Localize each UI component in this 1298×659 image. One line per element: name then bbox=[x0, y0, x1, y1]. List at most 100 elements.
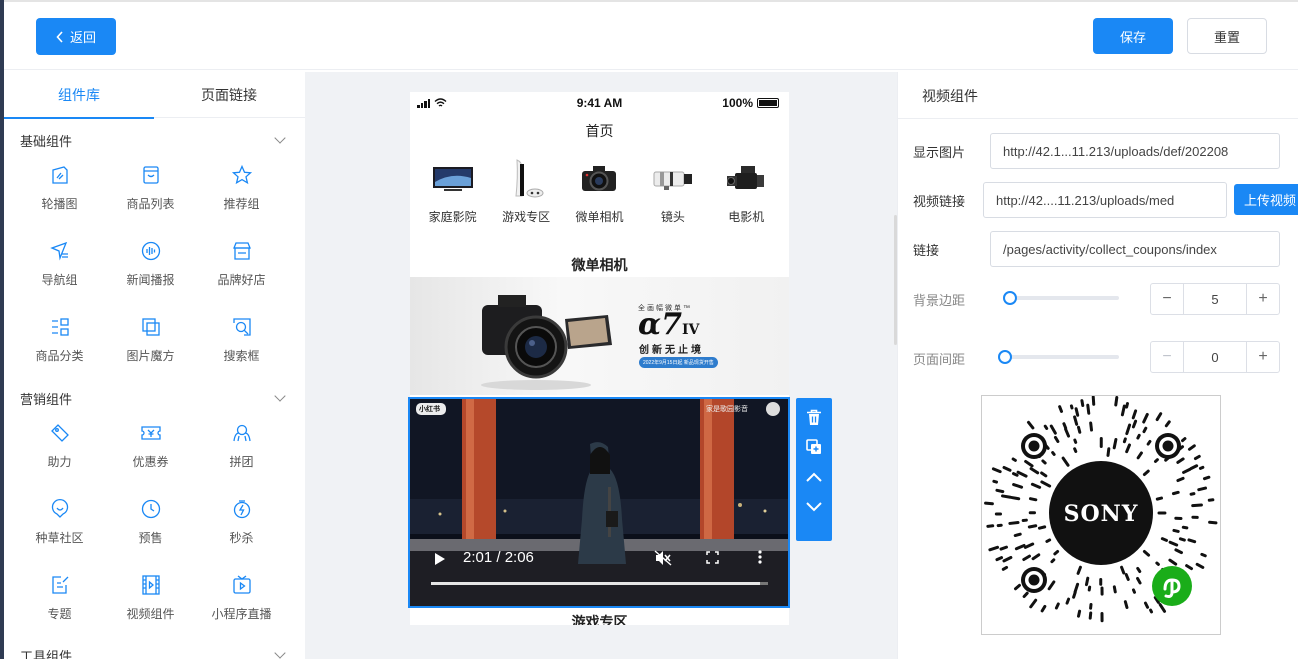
video-source-badge: 小红书 bbox=[419, 406, 440, 413]
page-spacing-slider[interactable] bbox=[1006, 355, 1119, 359]
category-label: 电影机 bbox=[728, 210, 765, 224]
category-item[interactable]: 家庭影院 bbox=[418, 160, 488, 225]
increment-button[interactable]: + bbox=[1247, 284, 1279, 314]
chevron-up-icon bbox=[806, 472, 822, 482]
more-options-icon[interactable] bbox=[758, 550, 762, 564]
qr-mark bbox=[1045, 538, 1052, 543]
qr-mark bbox=[1047, 580, 1056, 591]
component-group-buy[interactable]: 拼团 bbox=[196, 412, 287, 488]
component-product-list[interactable]: 商品列表 bbox=[105, 154, 196, 230]
copy-button[interactable] bbox=[802, 434, 826, 460]
category-label: 镜头 bbox=[660, 210, 685, 224]
component-label: 商品列表 bbox=[126, 197, 175, 211]
qr-mark bbox=[1136, 566, 1142, 573]
category-item[interactable]: 电影机 bbox=[711, 160, 781, 225]
group-basic-header[interactable]: 基础组件 bbox=[20, 129, 290, 151]
category-item[interactable]: 微单相机 bbox=[564, 160, 634, 225]
component-image-cube[interactable]: 图片魔方 bbox=[105, 306, 196, 382]
component-carousel[interactable]: 轮播图 bbox=[14, 154, 105, 230]
group-tools-header[interactable]: 工具组件 bbox=[20, 644, 290, 659]
component-flash-sale[interactable]: 秒杀 bbox=[196, 488, 287, 564]
fullscreen-icon[interactable] bbox=[706, 551, 719, 564]
mute-icon[interactable] bbox=[654, 550, 672, 566]
bg-margin-slider-handle[interactable] bbox=[1003, 291, 1017, 305]
qr-mark bbox=[1065, 597, 1071, 605]
category-item[interactable]: 游戏专区 bbox=[491, 159, 561, 225]
component-news[interactable]: 新闻播报 bbox=[105, 230, 196, 306]
component-navigation[interactable]: 导航组 bbox=[14, 230, 105, 306]
video-component-preview[interactable]: 小红书 家是歌园影音 2:01 / 2:06 bbox=[408, 397, 790, 608]
component-community[interactable]: 种草社区 bbox=[14, 488, 105, 564]
move-up-button[interactable] bbox=[802, 464, 826, 490]
qr-mark bbox=[1073, 438, 1078, 444]
qr-mark bbox=[1125, 423, 1132, 436]
delete-button[interactable] bbox=[802, 404, 826, 430]
page-spacing-stepper: − 0 + bbox=[1150, 341, 1280, 373]
component-search-box[interactable]: 搜索框 bbox=[196, 306, 287, 382]
qr-mark bbox=[1106, 447, 1111, 457]
move-down-button[interactable] bbox=[802, 494, 826, 520]
qr-mark bbox=[1142, 549, 1151, 557]
component-label: 商品分类 bbox=[35, 349, 84, 363]
qr-mark bbox=[1026, 420, 1035, 430]
properties-title: 视频组件 bbox=[922, 88, 978, 104]
component-presale[interactable]: 预售 bbox=[105, 488, 196, 564]
carousel-icon bbox=[49, 164, 71, 186]
component-assist[interactable]: 助力 bbox=[14, 412, 105, 488]
qr-mark bbox=[1197, 486, 1208, 492]
upload-video-button[interactable]: 上传视频 bbox=[1234, 184, 1298, 215]
tab-page-links[interactable]: 页面链接 bbox=[154, 72, 304, 118]
bg-margin-stepper: − 5 + bbox=[1150, 283, 1280, 315]
qr-mark bbox=[1002, 465, 1012, 472]
category-icon bbox=[49, 316, 71, 338]
link-input[interactable]: /pages/activity/collect_coupons/index bbox=[990, 231, 1280, 267]
back-button[interactable]: 返回 bbox=[36, 18, 116, 55]
category-item[interactable]: 镜头 bbox=[638, 160, 708, 225]
video-progress-track[interactable] bbox=[431, 582, 768, 585]
live-icon bbox=[231, 574, 253, 596]
component-topic[interactable]: 专题 bbox=[14, 564, 105, 640]
component-label: 轮播图 bbox=[41, 197, 78, 211]
clock-icon bbox=[140, 498, 162, 520]
camera-banner[interactable]: 全画幅微单™ α7IV 创新无止境 2022年9月15日起 新品现货开售 bbox=[410, 277, 789, 395]
cinema-camera-icon bbox=[724, 160, 768, 198]
bg-margin-value[interactable]: 5 bbox=[1183, 284, 1247, 314]
qr-mark bbox=[1014, 583, 1021, 591]
page-spacing-label: 页面间距 bbox=[913, 352, 966, 367]
component-category[interactable]: 商品分类 bbox=[14, 306, 105, 382]
save-button[interactable]: 保存 bbox=[1093, 18, 1173, 54]
bg-margin-slider[interactable] bbox=[1006, 296, 1119, 300]
component-coupon[interactable]: 优惠券 bbox=[105, 412, 196, 488]
section-title: 微单相机 bbox=[571, 257, 628, 273]
video-url-input[interactable]: http://42....11.213/uploads/med bbox=[983, 182, 1227, 218]
cover-image-input[interactable]: http://42.1...11.213/uploads/def/202208 bbox=[990, 133, 1280, 169]
qr-mark bbox=[991, 467, 1002, 474]
flash-sale-icon bbox=[231, 498, 253, 520]
qr-mark bbox=[1200, 552, 1207, 558]
qr-mark bbox=[1189, 464, 1199, 471]
play-icon[interactable] bbox=[434, 552, 446, 566]
page-spacing-slider-handle[interactable] bbox=[998, 350, 1012, 364]
decrement-button[interactable]: − bbox=[1151, 284, 1183, 314]
search-box-icon bbox=[231, 316, 253, 338]
field-label-cover-image: 显示图片 bbox=[913, 145, 966, 160]
community-icon bbox=[49, 498, 71, 520]
qr-mark bbox=[1195, 562, 1205, 569]
qr-mark bbox=[1131, 419, 1138, 429]
tag-icon bbox=[49, 422, 71, 444]
group-marketing-header[interactable]: 营销组件 bbox=[20, 387, 290, 409]
reset-button[interactable]: 重置 bbox=[1187, 18, 1267, 54]
component-recommend[interactable]: 推荐组 bbox=[196, 154, 287, 230]
component-live[interactable]: 小程序直播 bbox=[196, 564, 287, 640]
store-icon bbox=[231, 240, 253, 262]
component-video[interactable]: 视频组件 bbox=[105, 564, 196, 640]
coupon-icon bbox=[140, 422, 162, 444]
increment-button[interactable]: + bbox=[1247, 342, 1279, 372]
page-spacing-value[interactable]: 0 bbox=[1183, 342, 1247, 372]
qr-mark bbox=[1124, 573, 1130, 581]
tab-component-library[interactable]: 组件库 bbox=[4, 72, 154, 119]
qr-mark bbox=[1062, 422, 1068, 430]
component-brand-store[interactable]: 品牌好店 bbox=[196, 230, 287, 306]
decrement-button[interactable]: − bbox=[1151, 342, 1183, 372]
chevron-down-icon bbox=[274, 390, 286, 402]
